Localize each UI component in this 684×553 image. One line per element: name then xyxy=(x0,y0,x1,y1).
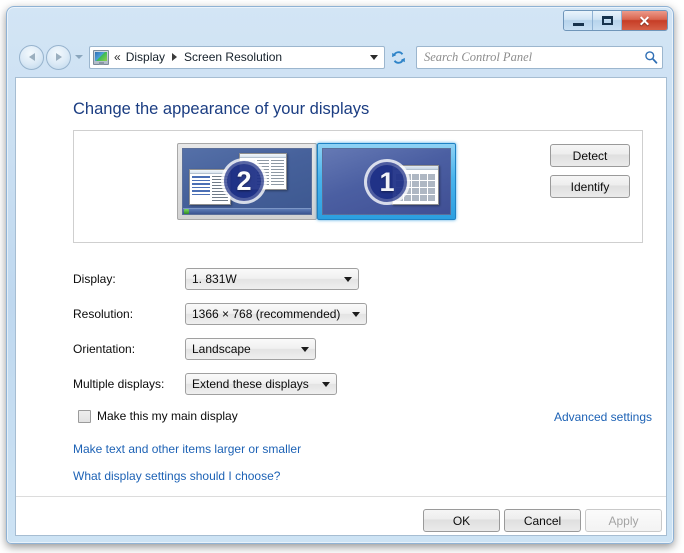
search-icon[interactable] xyxy=(644,50,658,64)
multiple-displays-field-row: Multiple displays: xyxy=(73,373,164,395)
breadcrumb-separator-icon xyxy=(172,53,178,61)
chevron-down-icon xyxy=(352,311,360,317)
minimize-icon xyxy=(572,22,584,26)
multiple-displays-dropdown-toggle[interactable] xyxy=(318,375,334,393)
resolution-dropdown[interactable]: 1366 × 768 (recommended) xyxy=(185,303,367,325)
back-button[interactable] xyxy=(19,44,44,70)
arrow-right-icon xyxy=(55,53,62,61)
chevron-down-icon xyxy=(344,276,352,282)
multiple-displays-dropdown[interactable]: Extend these displays xyxy=(185,373,337,395)
minimize-button[interactable] xyxy=(564,11,593,30)
monitor-thumbnail-2[interactable]: 2 xyxy=(177,143,317,220)
footer-button-bar: OK Cancel Apply xyxy=(16,497,666,535)
breadcrumb-overflow-icon[interactable]: « xyxy=(114,50,121,64)
orientation-label: Orientation: xyxy=(73,342,136,356)
address-bar[interactable]: « Display Screen Resolution xyxy=(89,45,385,69)
resolution-dropdown-value: 1366 × 768 (recommended) xyxy=(192,307,341,321)
title-bar: ✕ xyxy=(7,7,673,37)
monitor-2-number-badge: 2 xyxy=(221,158,267,204)
caption-button-group: ✕ xyxy=(563,10,668,31)
close-icon: ✕ xyxy=(638,12,651,29)
resolution-dropdown-toggle[interactable] xyxy=(348,305,364,323)
forward-button[interactable] xyxy=(46,44,71,70)
monitor-arrangement-area: 2 1 xyxy=(177,143,456,220)
display-preview-panel: 2 1 Detect Identify xyxy=(73,130,643,243)
refresh-icon xyxy=(392,50,405,64)
refresh-button[interactable] xyxy=(387,46,410,69)
orientation-dropdown-value: Landscape xyxy=(192,342,251,356)
close-button[interactable]: ✕ xyxy=(622,11,667,30)
multiple-displays-dropdown-value: Extend these displays xyxy=(192,377,309,391)
display-dropdown-value: 1. 831W xyxy=(192,272,237,286)
search-box[interactable] xyxy=(416,45,663,69)
apply-button: Apply xyxy=(585,509,662,532)
content-area: Change the appearance of your displays 2… xyxy=(15,77,667,536)
ok-button[interactable]: OK xyxy=(423,509,500,532)
advanced-settings-link[interactable]: Advanced settings xyxy=(554,410,652,424)
chevron-down-icon xyxy=(322,381,330,387)
mini-start-orb-icon xyxy=(184,208,189,214)
what-settings-link[interactable]: What display settings should I choose? xyxy=(73,469,280,483)
search-input[interactable] xyxy=(424,49,644,65)
address-dropdown-button[interactable] xyxy=(365,47,382,68)
main-display-checkbox-label: Make this my main display xyxy=(97,409,238,423)
chevron-down-icon xyxy=(369,54,378,60)
main-display-checkbox[interactable] xyxy=(78,409,91,423)
breadcrumb-item-display[interactable]: Display xyxy=(124,49,167,65)
chevron-down-icon xyxy=(75,55,83,59)
monitor-1-number-badge: 1 xyxy=(364,159,410,205)
monitor-thumbnail-1[interactable]: 1 xyxy=(317,143,456,220)
maximize-button[interactable] xyxy=(593,11,622,30)
chevron-down-icon xyxy=(301,346,309,352)
mini-taskbar xyxy=(183,208,311,214)
page-title: Change the appearance of your displays xyxy=(73,100,370,118)
text-size-link[interactable]: Make text and other items larger or smal… xyxy=(73,442,301,456)
display-field-row: Display: xyxy=(73,268,116,290)
arrow-left-icon xyxy=(28,53,35,61)
orientation-dropdown[interactable]: Landscape xyxy=(185,338,316,360)
screen-resolution-window: ✕ « Display Screen Resolution Search Con… xyxy=(6,6,674,544)
resolution-label: Resolution: xyxy=(73,307,134,321)
recent-pages-button[interactable] xyxy=(73,47,85,67)
main-display-checkbox-row[interactable]: Make this my main display xyxy=(78,409,238,423)
cancel-button[interactable]: Cancel xyxy=(504,509,581,532)
multiple-displays-label: Multiple displays: xyxy=(73,377,165,391)
detect-button[interactable]: Detect xyxy=(550,144,630,167)
identify-button[interactable]: Identify xyxy=(550,175,630,198)
display-label: Display: xyxy=(73,272,116,286)
resolution-field-row: Resolution: xyxy=(73,303,133,325)
maximize-icon xyxy=(601,16,613,25)
mini-window-list xyxy=(192,176,210,202)
orientation-dropdown-toggle[interactable] xyxy=(297,340,313,358)
breadcrumb-item-screen-resolution[interactable]: Screen Resolution xyxy=(182,49,284,65)
control-panel-display-icon xyxy=(93,49,109,65)
orientation-field-row: Orientation: xyxy=(73,338,135,360)
display-dropdown-toggle[interactable] xyxy=(340,270,356,288)
display-dropdown[interactable]: 1. 831W xyxy=(185,268,359,290)
navigation-bar: « Display Screen Resolution xyxy=(7,39,673,75)
